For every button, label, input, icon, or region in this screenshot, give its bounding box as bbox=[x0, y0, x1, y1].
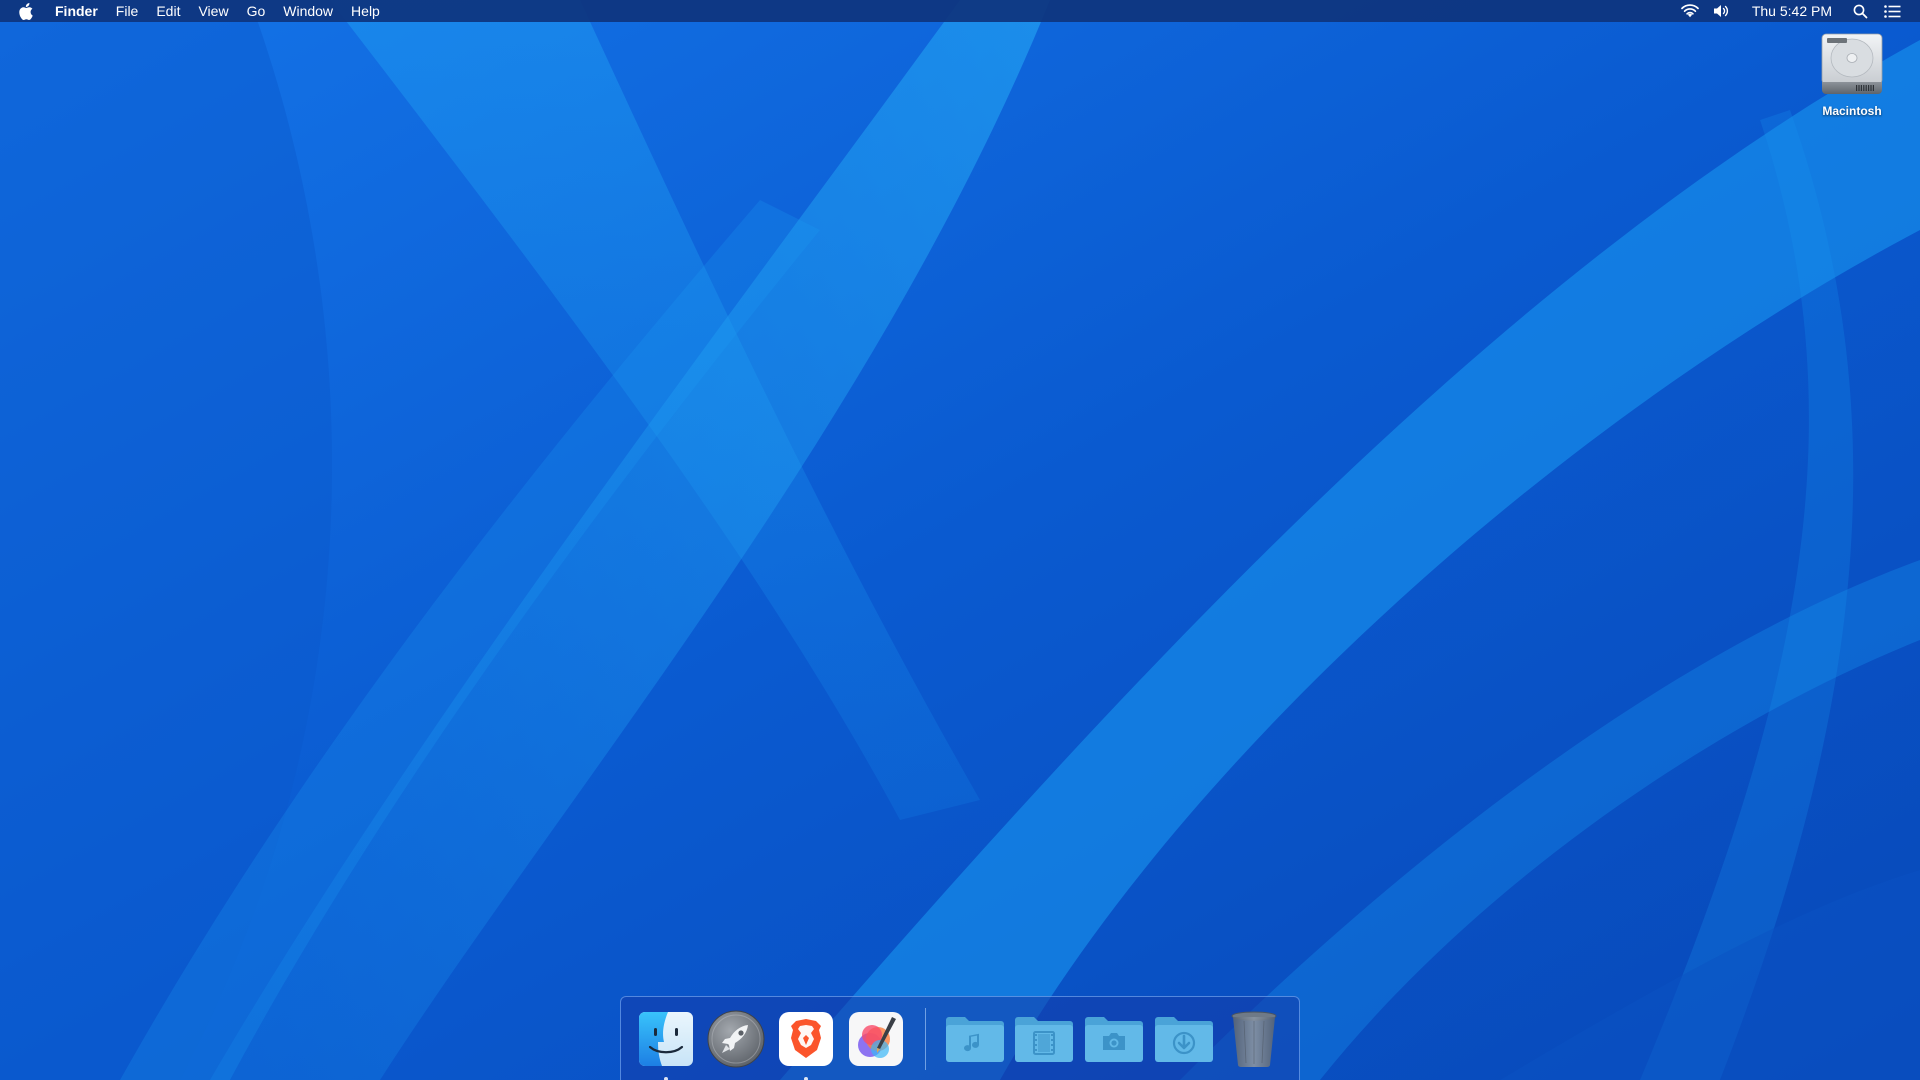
brave-lion-icon bbox=[778, 1011, 833, 1066]
apple-logo-icon[interactable] bbox=[18, 2, 34, 20]
desktop-icon-label: Macintosh bbox=[1822, 104, 1882, 118]
menu-bar: Finder File Edit View Go Window Help Thu… bbox=[0, 0, 1920, 22]
dock-finder[interactable] bbox=[634, 1007, 698, 1080]
menu-clock[interactable]: Thu 5:42 PM bbox=[1738, 0, 1844, 22]
running-indicator bbox=[663, 1076, 668, 1080]
menu-go[interactable]: Go bbox=[238, 0, 275, 22]
menu-view[interactable]: View bbox=[189, 0, 237, 22]
trash-icon bbox=[1231, 1011, 1277, 1067]
finder-icon bbox=[638, 1011, 693, 1066]
movies-folder-icon bbox=[1015, 1016, 1074, 1062]
dock-brave[interactable] bbox=[774, 1007, 838, 1080]
hard-drive-icon bbox=[1821, 33, 1883, 94]
dock-separator bbox=[924, 1007, 926, 1070]
dock-folder-movies[interactable] bbox=[1012, 1007, 1076, 1071]
wallpaper bbox=[0, 0, 1920, 1080]
dock-folder-downloads[interactable] bbox=[1152, 1007, 1216, 1071]
dock bbox=[620, 996, 1300, 1080]
spotlight-search-icon[interactable] bbox=[1849, 0, 1871, 22]
pixelmator-icon bbox=[848, 1011, 903, 1066]
dock-launchpad[interactable] bbox=[704, 1007, 768, 1071]
downloads-folder-icon bbox=[1155, 1016, 1214, 1062]
menu-help[interactable]: Help bbox=[342, 0, 389, 22]
notification-center-icon[interactable] bbox=[1881, 0, 1903, 22]
menu-app-name[interactable]: Finder bbox=[46, 0, 107, 22]
wifi-icon[interactable] bbox=[1679, 0, 1701, 22]
dock-trash[interactable] bbox=[1222, 1007, 1286, 1071]
running-indicator bbox=[803, 1076, 808, 1080]
menu-edit[interactable]: Edit bbox=[147, 0, 189, 22]
menu-window[interactable]: Window bbox=[274, 0, 342, 22]
launchpad-rocket-icon bbox=[707, 1010, 765, 1067]
desktop-icon-macintosh[interactable]: Macintosh bbox=[1802, 32, 1902, 118]
desktop[interactable]: Finder File Edit View Go Window Help Thu… bbox=[0, 0, 1920, 1080]
volume-icon[interactable] bbox=[1711, 0, 1733, 22]
dock-pixelmator[interactable] bbox=[844, 1007, 908, 1071]
dock-folder-pictures[interactable] bbox=[1082, 1007, 1146, 1071]
music-folder-icon bbox=[945, 1016, 1004, 1062]
pictures-folder-icon bbox=[1085, 1016, 1144, 1062]
menu-file[interactable]: File bbox=[107, 0, 148, 22]
dock-folder-music[interactable] bbox=[943, 1007, 1007, 1071]
